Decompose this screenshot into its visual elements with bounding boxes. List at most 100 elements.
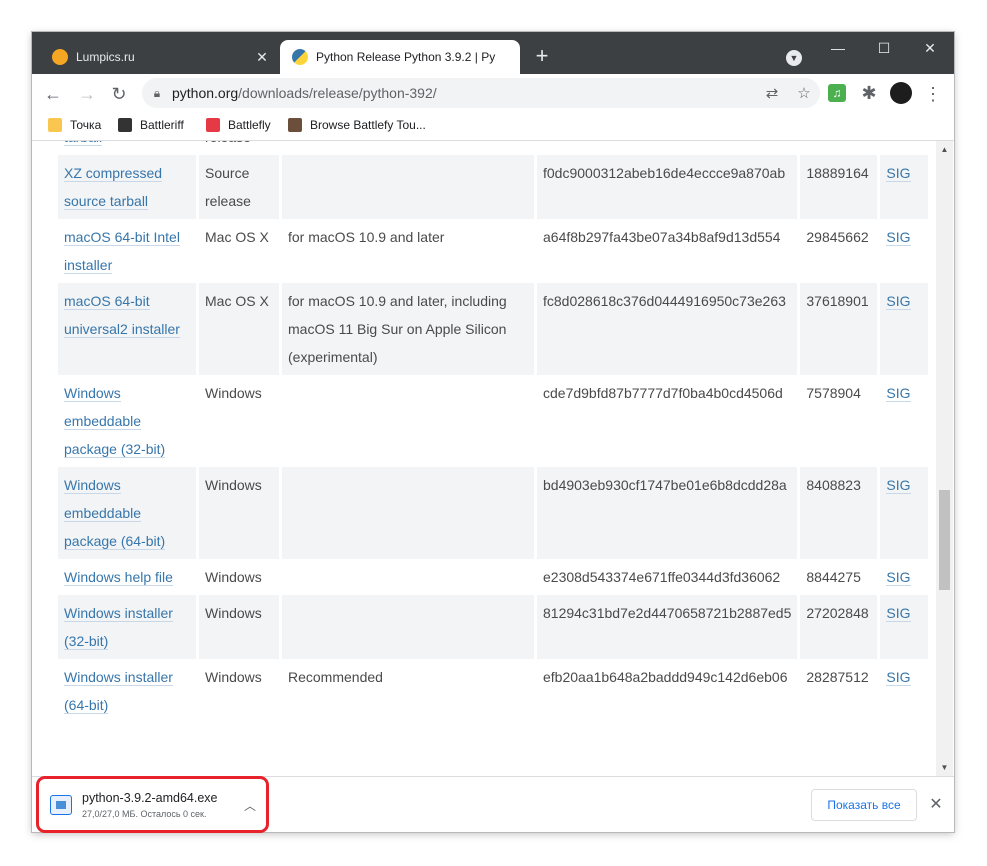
table-row: Windows help file Windows e2308d543374e671… <box>58 559 932 595</box>
file-link[interactable]: Windows embeddable package (64-bit) <box>64 477 166 550</box>
file-link[interactable]: Windows installer (32-bit) <box>64 605 173 650</box>
browser-window: Lumpics.ru ✕ Python Release Python 3.9.2… <box>32 32 954 832</box>
cell-md5: e2308d543374e671ffe0344d3fd36062 <box>535 559 801 595</box>
python-logo-icon <box>292 49 308 65</box>
reload-icon[interactable]: ↻ <box>108 83 130 105</box>
sig-link[interactable]: SIG <box>886 605 911 622</box>
cell-size: 27202848 <box>798 595 881 659</box>
file-link[interactable]: macOS 64-bit universal2 installer <box>64 293 180 338</box>
bookmark-battlefly[interactable]: Battlefly <box>206 118 271 132</box>
translate-icon[interactable]: ⇄ <box>756 84 788 102</box>
scroll-down-arrow-icon[interactable]: ▼ <box>936 759 953 776</box>
cell-md5: f0dc9000312abeb16de4eccce9a870ab <box>535 155 801 219</box>
cell-size: 18889164 <box>798 155 881 219</box>
cell-sig: SIG <box>878 595 932 659</box>
table-row: Windows embeddable package (32-bit) Windo… <box>58 375 932 467</box>
scrollbar-thumb[interactable] <box>939 490 950 590</box>
cell-sig: SIG <box>878 155 932 219</box>
window-close-icon[interactable]: ✕ <box>907 38 953 58</box>
lock-icon[interactable]: 🔒︎ <box>142 86 172 101</box>
sig-link[interactable]: SIG <box>886 477 911 494</box>
battleriff-icon <box>118 118 132 132</box>
minimize-icon[interactable]: — <box>815 38 861 58</box>
toolbar: ← → ↻ 🔒︎ python.org/downloads/release/py… <box>32 74 954 112</box>
close-icon[interactable]: ✕ <box>252 49 272 66</box>
extensions-puzzle-icon[interactable]: ✱ <box>858 82 880 104</box>
cell-description: for macOS 10.9 and later <box>280 219 537 283</box>
bookmark-star-icon[interactable]: ☆ <box>788 84 820 102</box>
file-link[interactable]: macOS 64-bit Intel installer <box>64 229 180 274</box>
profile-avatar[interactable] <box>890 82 912 104</box>
sig-link[interactable]: SIG <box>886 385 911 402</box>
scroll-up-arrow-icon[interactable]: ▲ <box>936 141 953 158</box>
download-highlight-frame <box>36 776 269 833</box>
bookmark-battleriff[interactable]: Battleriff <box>118 118 184 132</box>
table-row: Windows installer (64-bit) Windows Recomme… <box>58 659 932 723</box>
battlefy-icon <box>288 118 302 132</box>
cell-description <box>280 375 537 467</box>
sig-link[interactable]: SIG <box>886 293 911 310</box>
vertical-scrollbar[interactable]: ▲ ▼ <box>936 141 953 776</box>
file-link[interactable]: tarball <box>64 141 103 146</box>
cell-description: Recommended <box>280 659 537 723</box>
menu-kebab-icon[interactable]: ⋮ <box>922 83 944 105</box>
folder-icon <box>48 118 62 132</box>
address-bar[interactable]: 🔒︎ python.org/downloads/release/python-3… <box>142 78 820 108</box>
forward-arrow-icon[interactable]: → <box>76 83 98 105</box>
tab-title: Python Release Python 3.9.2 | Py <box>316 50 496 64</box>
cell-name: tarball <box>58 141 199 155</box>
release-files-table: tarball release XZ compressed source tarba… <box>58 141 932 723</box>
cell-name: Windows installer (32-bit) <box>58 595 199 659</box>
sig-link[interactable]: SIG <box>886 229 911 246</box>
bookmark-label: Battlefly <box>228 118 271 132</box>
table-row: macOS 64-bit Intel installer Mac OS Xfor … <box>58 219 932 283</box>
cell-description <box>280 595 537 659</box>
cell-md5 <box>535 141 801 155</box>
cell-os: Mac OS X <box>197 219 282 283</box>
tab-title: Lumpics.ru <box>76 50 135 64</box>
cell-os: release <box>197 141 282 155</box>
maximize-icon[interactable]: ☐ <box>861 38 907 58</box>
sig-link[interactable]: SIG <box>886 669 911 686</box>
show-all-button[interactable]: Показать все <box>811 789 917 821</box>
file-link[interactable]: Windows help file <box>64 569 173 586</box>
bookmark-tochka[interactable]: Точка <box>48 118 101 132</box>
cell-description <box>280 467 537 559</box>
tab-lumpics[interactable]: Lumpics.ru ✕ <box>40 40 280 74</box>
back-arrow-icon[interactable]: ← <box>42 83 64 105</box>
file-link[interactable]: Windows embeddable package (32-bit) <box>64 385 166 458</box>
cell-md5: a64f8b297fa43be07a34b8af9d13d554 <box>535 219 801 283</box>
cell-md5: fc8d028618c376d0444916950c73e263 <box>535 283 801 375</box>
cell-sig: SIG <box>878 283 932 375</box>
file-link[interactable]: XZ compressed source tarball <box>64 165 163 210</box>
cell-os: Windows <box>197 375 282 467</box>
cell-name: Windows installer (64-bit) <box>58 659 199 723</box>
url-text[interactable]: python.org/downloads/release/python-392/ <box>172 85 756 101</box>
sig-link[interactable]: SIG <box>886 569 911 586</box>
cell-os: Windows <box>197 467 282 559</box>
cell-size: 28287512 <box>798 659 881 723</box>
table-row: Windows embeddable package (64-bit) Windo… <box>58 467 932 559</box>
cell-os: Windows <box>197 595 282 659</box>
battlefly-icon <box>206 118 220 132</box>
tab-python-release[interactable]: Python Release Python 3.9.2 | Py <box>280 40 520 74</box>
table-row: Windows installer (32-bit) Windows 81294c3… <box>58 595 932 659</box>
new-tab-button[interactable]: + <box>530 44 554 68</box>
cell-sig <box>878 141 932 155</box>
title-bar: Lumpics.ru ✕ Python Release Python 3.9.2… <box>32 32 954 74</box>
tab-search-icon[interactable]: ▼ <box>786 50 802 66</box>
cell-os: Mac OS X <box>197 283 282 375</box>
file-link[interactable]: Windows installer (64-bit) <box>64 669 173 714</box>
music-extension-icon[interactable]: ♫ <box>828 84 846 102</box>
cell-os: Windows <box>197 559 282 595</box>
close-icon[interactable]: ✕ <box>926 795 946 815</box>
cell-size: 29845662 <box>798 219 881 283</box>
cell-os: Windows <box>197 659 282 723</box>
sig-link[interactable]: SIG <box>886 165 911 182</box>
cell-md5: bd4903eb930cf1747be01e6b8dcdd28a <box>535 467 801 559</box>
bookmark-battlefy[interactable]: Browse Battlefy Tou... <box>288 118 426 132</box>
cell-md5: 81294c31bd7e2d4470658721b2887ed5 <box>535 595 801 659</box>
cell-sig: SIG <box>878 467 932 559</box>
cell-sig: SIG <box>878 375 932 467</box>
cell-sig: SIG <box>878 659 932 723</box>
